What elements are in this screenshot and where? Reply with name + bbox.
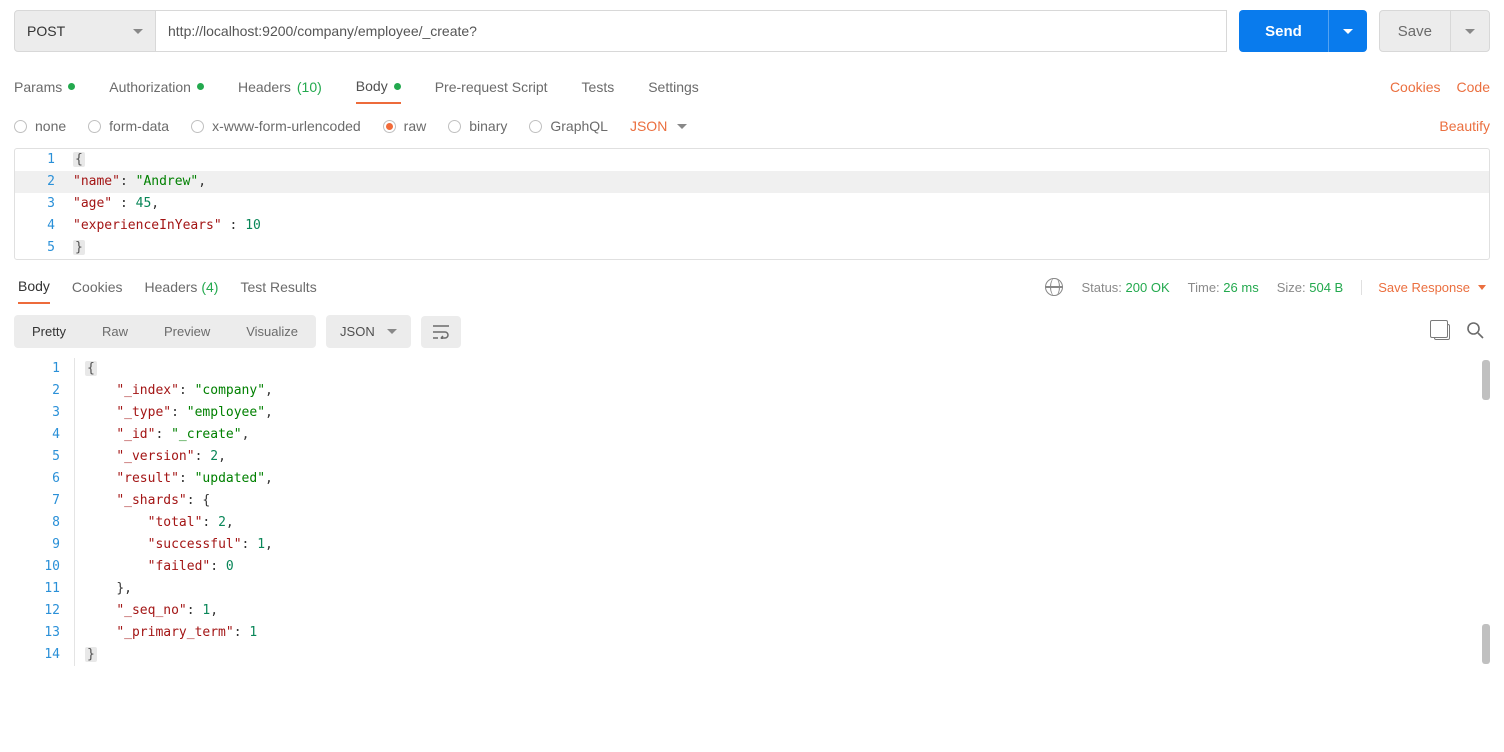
send-label: Send [1239,23,1328,40]
indicator-dot-icon [197,83,204,90]
wrap-lines-button[interactable] [421,316,461,348]
chevron-down-icon [133,29,143,34]
response-format-select[interactable]: JSON [326,315,411,348]
body-type-graphql[interactable]: GraphQL [529,118,608,134]
view-raw[interactable]: Raw [84,315,146,348]
http-method-value: POST [27,23,65,39]
copy-icon[interactable] [1434,324,1450,340]
radio-icon [191,120,204,133]
response-tab-test-results[interactable]: Test Results [240,271,316,303]
chevron-down-icon [1343,29,1353,34]
save-button[interactable]: Save [1379,10,1490,52]
response-tab-body[interactable]: Body [18,270,50,304]
send-button[interactable]: Send [1239,10,1367,52]
wrap-icon [433,325,449,339]
send-dropdown[interactable] [1328,10,1367,52]
view-pretty[interactable]: Pretty [14,315,84,348]
content-type-select[interactable]: JSON [630,118,687,134]
tab-prerequest[interactable]: Pre-request Script [435,71,548,103]
save-dropdown[interactable] [1450,11,1489,51]
tab-settings[interactable]: Settings [648,71,699,103]
view-preview[interactable]: Preview [146,315,228,348]
response-tab-cookies[interactable]: Cookies [72,271,123,303]
response-body-viewer[interactable]: 1{ 2 "_index": "company", 3 "_type": "em… [14,358,1490,666]
radio-icon [529,120,542,133]
size-value: 504 B [1309,280,1343,295]
request-body-editor[interactable]: 1{ 2"name": "Andrew", 3"age" : 45, 4"exp… [14,148,1490,260]
chevron-down-icon [387,329,397,334]
status-value: 200 OK [1126,280,1170,295]
save-label: Save [1380,23,1450,40]
tab-params[interactable]: Params [14,71,75,103]
status-label: Status: [1081,280,1121,295]
indicator-dot-icon [394,83,401,90]
response-tab-headers[interactable]: Headers (4) [145,271,219,303]
body-type-raw[interactable]: raw [383,118,427,134]
search-icon[interactable] [1466,321,1484,342]
code-link[interactable]: Code [1457,79,1490,95]
radio-icon [448,120,461,133]
view-visualize[interactable]: Visualize [228,315,316,348]
body-type-urlencoded[interactable]: x-www-form-urlencoded [191,118,361,134]
chevron-down-icon [1478,285,1486,290]
indicator-dot-icon [68,83,75,90]
time-label: Time: [1188,280,1220,295]
radio-selected-icon [383,120,396,133]
scrollbar[interactable] [1482,360,1490,400]
scrollbar[interactable] [1482,624,1490,664]
body-type-none[interactable]: none [14,118,66,134]
size-label: Size: [1277,280,1306,295]
time-value: 26 ms [1223,280,1258,295]
tab-authorization[interactable]: Authorization [109,71,204,103]
save-response-button[interactable]: Save Response [1361,280,1486,295]
url-input[interactable] [156,10,1227,52]
tab-headers[interactable]: Headers (10) [238,71,322,103]
radio-icon [88,120,101,133]
cookies-link[interactable]: Cookies [1390,79,1441,95]
chevron-down-icon [1465,29,1475,34]
http-method-select[interactable]: POST [14,10,156,52]
globe-icon[interactable] [1045,278,1063,296]
chevron-down-icon [677,124,687,129]
response-view-segment: Pretty Raw Preview Visualize [14,315,316,348]
body-type-binary[interactable]: binary [448,118,507,134]
tab-body[interactable]: Body [356,70,401,104]
body-type-formdata[interactable]: form-data [88,118,169,134]
beautify-link[interactable]: Beautify [1439,118,1490,134]
tab-tests[interactable]: Tests [582,71,615,103]
radio-icon [14,120,27,133]
